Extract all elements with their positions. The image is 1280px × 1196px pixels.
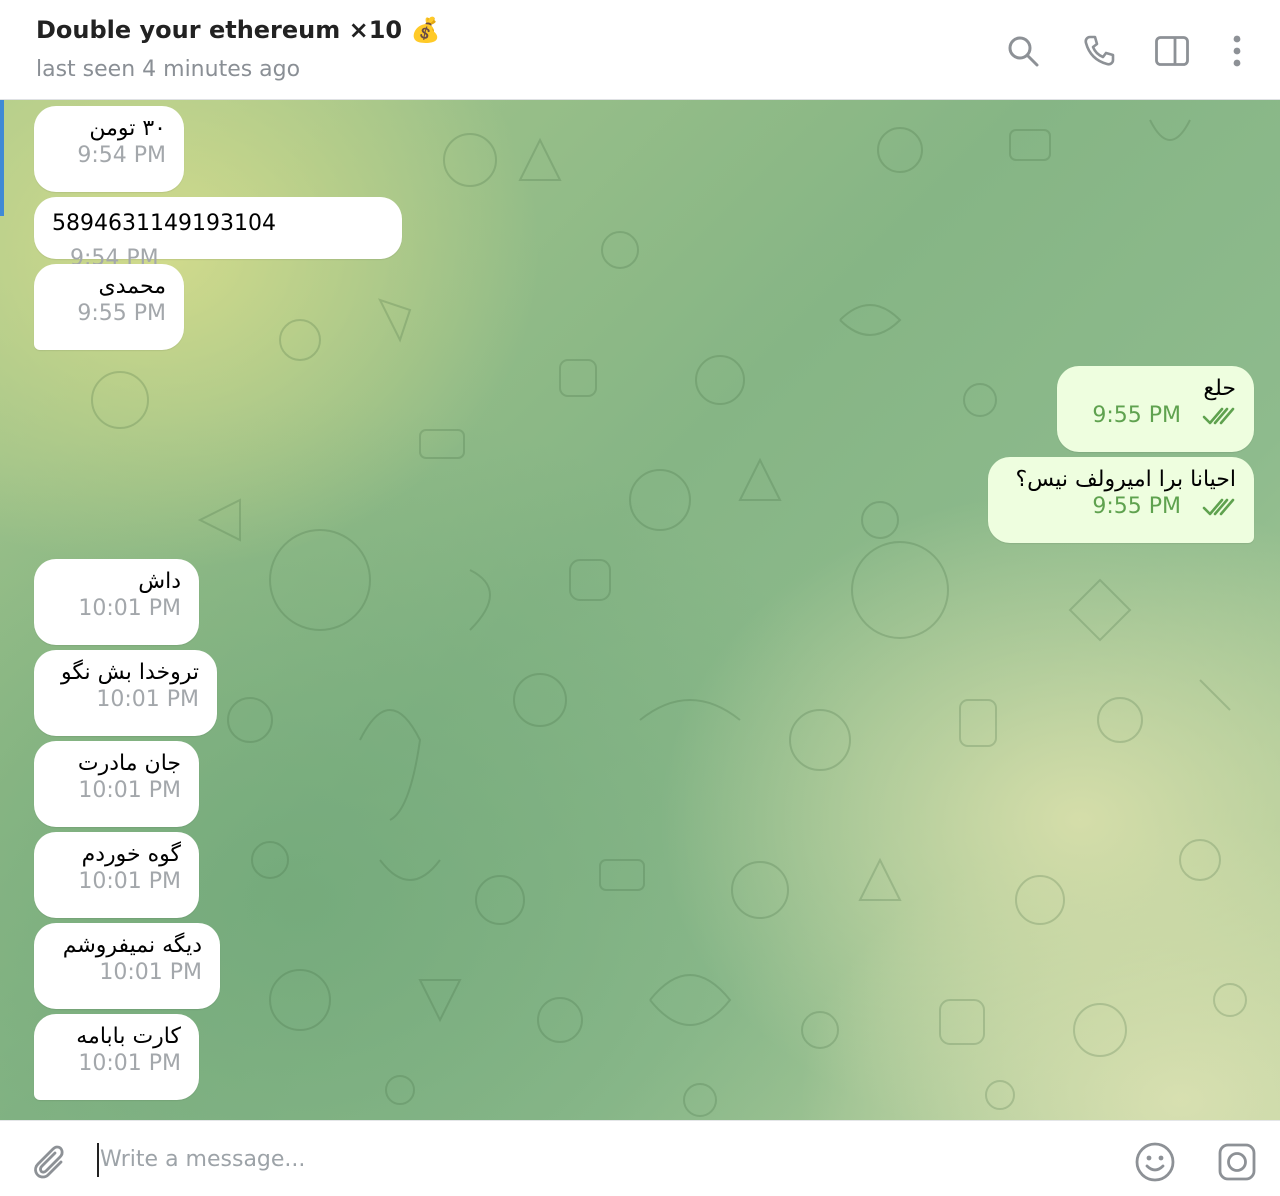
message-text: کارت بابامه	[76, 1024, 181, 1049]
double-check-icon	[1202, 407, 1235, 425]
message-text: 5894631149193104	[52, 211, 276, 236]
chat-title[interactable]: Double your ethereum ×10 💰	[36, 16, 440, 44]
message-bubble-incoming[interactable]: ۳۰ تومن 9:54 PM	[34, 106, 184, 192]
message-bubble-incoming[interactable]: کارت بابامه 10:01 PM	[34, 1014, 199, 1100]
message-time-row: 9:55 PM	[1006, 494, 1236, 519]
camera-icon[interactable]	[1214, 1139, 1260, 1185]
message-bubble-incoming[interactable]: تروخدا بش نگو 10:01 PM	[34, 650, 217, 736]
emoji-icon[interactable]	[1132, 1139, 1178, 1185]
chat-title-text: Double your ethereum ×10	[36, 16, 403, 44]
message-text: دیگه نمیفروشم	[62, 933, 202, 958]
attach-icon[interactable]	[26, 1139, 72, 1185]
message-input[interactable]: Write a message...	[100, 1147, 305, 1172]
chat-history[interactable]: ۳۰ تومن 9:54 PM 5894631149193104 9:54 PM…	[0, 100, 1280, 1120]
message-time: 10:01 PM	[78, 596, 181, 621]
sidebar-toggle-icon[interactable]	[1153, 30, 1191, 72]
more-vertical-icon[interactable]	[1218, 30, 1256, 72]
message-time: 9:55 PM	[1092, 494, 1181, 519]
message-text: تروخدا بش نگو	[61, 660, 199, 685]
message-text: محمدی	[98, 274, 166, 299]
message-text: جان مادرت	[77, 751, 181, 776]
message-time: 10:01 PM	[78, 1051, 181, 1076]
message-bubble-incoming[interactable]: داش 10:01 PM	[34, 559, 199, 645]
message-text: گوه خوردم	[81, 842, 181, 867]
message-bubble-incoming[interactable]: 5894631149193104 9:54 PM	[34, 197, 402, 271]
message-time: 9:54 PM	[77, 143, 166, 168]
chat-header: Double your ethereum ×10 💰 last seen 4 m…	[0, 0, 1280, 100]
message-bubble-outgoing[interactable]: حلع 9:55 PM	[1057, 366, 1254, 452]
message-bubble-outgoing[interactable]: احیانا برا امیرولف نیس؟ 9:55 PM	[988, 457, 1254, 543]
message-time: 10:01 PM	[78, 869, 181, 894]
last-seen-status: last seen 4 minutes ago	[36, 57, 301, 82]
message-time: 10:01 PM	[78, 778, 181, 803]
message-bubble-incoming[interactable]: دیگه نمیفروشم 10:01 PM	[34, 923, 220, 1009]
message-time: 9:55 PM	[1092, 403, 1181, 428]
message-time: 10:01 PM	[99, 960, 202, 985]
message-text: حلع	[1203, 376, 1236, 401]
message-composer: Write a message...	[0, 1120, 1280, 1196]
money-bag-emoji: 💰	[410, 16, 441, 44]
message-text: داش	[138, 569, 181, 594]
message-time: 9:55 PM	[77, 301, 166, 326]
phone-icon[interactable]	[1080, 30, 1118, 72]
text-cursor	[97, 1143, 99, 1177]
message-time-row: 9:55 PM	[1075, 403, 1236, 428]
search-icon[interactable]	[1004, 30, 1042, 72]
message-bubble-incoming[interactable]: جان مادرت 10:01 PM	[34, 741, 199, 827]
message-text: احیانا برا امیرولف نیس؟	[1015, 467, 1237, 492]
active-chat-indicator	[0, 100, 4, 216]
message-bubble-incoming[interactable]: گوه خوردم 10:01 PM	[34, 832, 199, 918]
message-time: 10:01 PM	[96, 687, 199, 712]
double-check-icon	[1202, 498, 1235, 516]
message-bubble-incoming[interactable]: محمدی 9:55 PM	[34, 264, 184, 350]
message-text: ۳۰ تومن	[89, 116, 166, 141]
